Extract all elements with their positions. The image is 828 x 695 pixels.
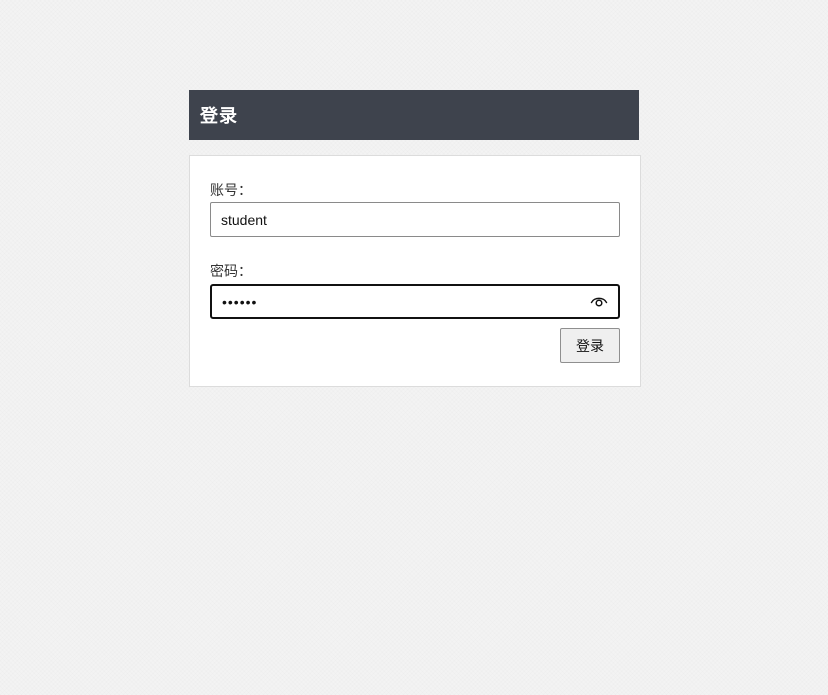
login-button[interactable]: 登录 (560, 328, 620, 363)
password-input[interactable] (212, 286, 572, 317)
account-label: 账号： (210, 183, 252, 199)
login-form-panel: 账号： 密码： 登录 (189, 155, 641, 387)
login-header: 登录 (189, 90, 639, 140)
password-label: 密码： (210, 264, 252, 280)
page-title: 登录 (200, 106, 238, 127)
account-input[interactable] (210, 202, 620, 237)
password-field[interactable] (210, 284, 620, 319)
eye-icon[interactable] (590, 293, 608, 309)
